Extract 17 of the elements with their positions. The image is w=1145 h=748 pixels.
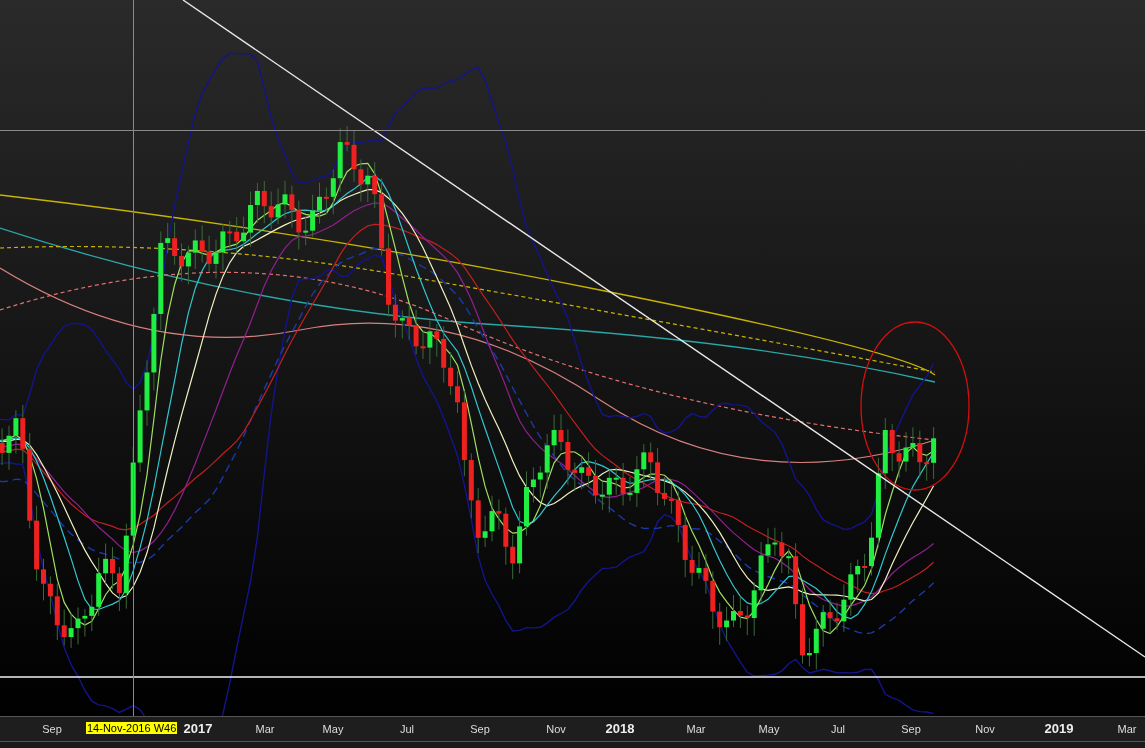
axis-label: 2017	[183, 721, 213, 736]
axis-label: Sep	[42, 723, 62, 735]
axis-label: Nov	[975, 723, 995, 735]
axis-label: 2018	[605, 721, 635, 736]
axis-label: Mar	[255, 723, 275, 735]
axis-label: Nov	[546, 723, 566, 735]
axis-label: Mar	[686, 723, 706, 735]
axis-label: Jul	[830, 723, 846, 735]
axis-label: Sep	[901, 723, 921, 735]
axis-label: May	[322, 723, 344, 735]
axis-label: Jul	[399, 723, 415, 735]
axis-label: 2019	[1044, 721, 1074, 736]
scrollbar-track[interactable]	[0, 741, 1145, 748]
axis-label: May	[758, 723, 780, 735]
axis-label: Sep	[470, 723, 490, 735]
crosshair-date-label: 14-Nov-2016 W46	[86, 722, 178, 734]
axis-label: Mar	[1117, 723, 1137, 735]
